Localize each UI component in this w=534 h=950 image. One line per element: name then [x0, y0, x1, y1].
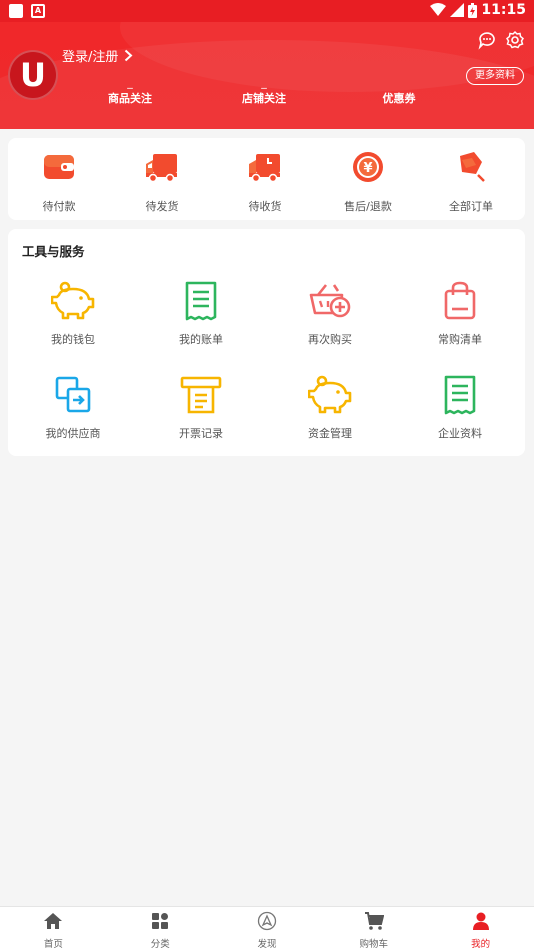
tool-label: 我的供应商 [45, 427, 101, 440]
invoice-icon [180, 376, 222, 414]
stat-coupons[interactable]: 优惠券 [339, 76, 459, 106]
battery-icon [468, 2, 478, 18]
signal-icon [450, 3, 465, 17]
app-notification-icon [9, 4, 23, 18]
tab-label: 首页 [43, 939, 63, 950]
order-after-sales-refund[interactable]: ¥ 售后/退款 [323, 150, 413, 214]
tab-discover[interactable]: 发现 [214, 907, 321, 950]
clock: 11:15 [481, 2, 526, 18]
order-to-receive[interactable]: 待收货 [220, 150, 310, 214]
login-label: 登录/注册 [62, 50, 119, 65]
piggy-bank-icon [50, 281, 95, 320]
order-label: 待收货 [248, 200, 282, 213]
tool-label: 常购清单 [438, 333, 482, 346]
tool-label: 再次购买 [308, 333, 352, 346]
company-doc-icon [444, 375, 476, 415]
tab-home[interactable]: 首页 [0, 907, 107, 950]
tab-label: 购物车 [359, 939, 389, 950]
status-right: 11:15 [430, 2, 526, 18]
order-all[interactable]: 全部订单 [426, 150, 516, 214]
settings-gear-icon[interactable] [505, 30, 525, 50]
rebuy-basket-icon [309, 284, 351, 318]
tool-label: 我的账单 [179, 333, 223, 346]
shopping-bag-icon [444, 281, 476, 320]
tool-rebuy[interactable]: 再次购买 [280, 281, 380, 347]
tool-label: 我的钱包 [51, 333, 95, 346]
cart-icon [364, 912, 385, 930]
tool-label: 开票记录 [179, 427, 223, 440]
tools-title: 工具与服务 [22, 244, 85, 259]
fund-piggy-icon [307, 375, 352, 414]
tab-mine[interactable]: 我的 [427, 907, 534, 950]
avatar[interactable]: U [8, 50, 58, 100]
status-bar: A 11:15 [0, 0, 534, 22]
delivery-icon [249, 154, 280, 183]
svg-text:¥: ¥ [363, 161, 372, 176]
bill-icon [185, 281, 217, 321]
chevron-right-icon [125, 49, 133, 62]
tool-label: 企业资料 [438, 427, 482, 440]
supplier-icon [55, 376, 91, 413]
tool-my-wallet[interactable]: 我的钱包 [23, 281, 123, 347]
profile-header: U 登录/注册 更多资料 _ 商品关注 _ 店铺关注 优惠券 [0, 22, 534, 129]
discover-icon [257, 911, 277, 931]
orders-card: 待付款 待发货 待收货 ¥ 售后/退款 全部订单 [8, 138, 525, 220]
order-label: 售后/退款 [344, 200, 392, 213]
all-orders-icon [460, 152, 485, 182]
refund-icon: ¥ [353, 152, 383, 182]
avatar-logo: U [20, 56, 46, 94]
order-label: 全部订单 [449, 200, 493, 213]
stat-label: 优惠券 [382, 92, 416, 105]
order-to-ship[interactable]: 待发货 [117, 150, 207, 214]
home-icon [44, 913, 63, 929]
order-label: 待发货 [145, 200, 179, 213]
profile-icon [472, 912, 489, 930]
tab-label: 我的 [471, 939, 491, 950]
tool-frequent-list[interactable]: 常购清单 [410, 281, 510, 347]
tools-services-card: 工具与服务 我的钱包 我的账单 再次购买 常购清单 我的供应商 开票记录 资金管… [8, 229, 525, 456]
tool-my-supplier[interactable]: 我的供应商 [23, 375, 123, 441]
stat-value: _ [261, 76, 267, 89]
order-label: 待付款 [42, 200, 76, 213]
stat-value [339, 76, 459, 90]
bottom-tab-bar: 首页 分类 发现 购物车 我的 [0, 906, 534, 950]
tab-label: 分类 [150, 939, 170, 950]
stat-label: 商品关注 [108, 92, 152, 105]
login-register-link[interactable]: 登录/注册 [62, 46, 133, 65]
tab-category[interactable]: 分类 [107, 907, 214, 950]
stat-label: 店铺关注 [242, 92, 286, 105]
category-icon [152, 913, 169, 929]
tool-my-bill[interactable]: 我的账单 [151, 281, 251, 347]
a-notification-icon: A [31, 4, 45, 18]
tab-label: 发现 [257, 939, 277, 950]
tool-company-info[interactable]: 企业资料 [410, 375, 510, 441]
tool-invoice-records[interactable]: 开票记录 [151, 375, 251, 441]
stat-value: _ [127, 76, 133, 89]
stat-product-follow[interactable]: _ 商品关注 [70, 76, 190, 106]
tool-label: 资金管理 [308, 427, 352, 440]
stat-store-follow[interactable]: _ 店铺关注 [204, 76, 324, 106]
truck-icon [146, 154, 177, 183]
tab-cart[interactable]: 购物车 [320, 907, 427, 950]
message-icon[interactable] [477, 30, 497, 50]
more-info-button[interactable]: 更多资料 [466, 67, 524, 85]
wallet-icon [44, 155, 74, 179]
wifi-icon [430, 3, 447, 16]
tool-fund-management[interactable]: 资金管理 [280, 375, 380, 441]
order-pending-payment[interactable]: 待付款 [14, 150, 104, 214]
